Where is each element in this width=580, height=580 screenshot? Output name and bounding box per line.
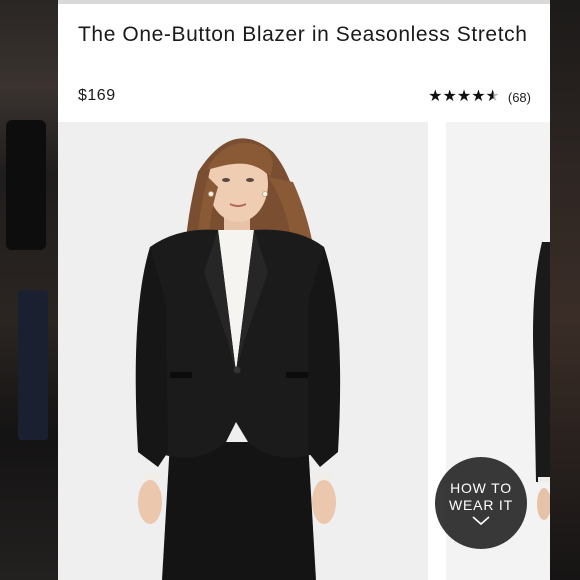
- product-image-main[interactable]: [58, 122, 428, 580]
- how-to-wear-it-button[interactable]: HOW TO WEAR IT: [435, 457, 527, 549]
- background-shape: [18, 290, 48, 440]
- model-illustration: [135, 138, 341, 580]
- background-blur-left: [0, 0, 58, 580]
- product-price: $169: [78, 87, 116, 104]
- wear-button-line2: WEAR IT: [449, 497, 513, 513]
- product-title: The One-Button Blazer in Seasonless Stre…: [78, 23, 528, 46]
- star-rating: ★ ★ ★ ★ ★: [428, 89, 500, 105]
- star-icon: ★: [471, 88, 486, 105]
- half-star-icon: ★: [485, 88, 500, 105]
- product-page: The One-Button Blazer in Seasonless Stre…: [58, 0, 550, 580]
- wear-button-line1: HOW TO: [450, 480, 512, 496]
- star-icon: ★: [456, 88, 472, 105]
- review-count[interactable]: (68): [508, 90, 531, 105]
- top-edge: [58, 0, 550, 4]
- background-blur-right: [550, 0, 580, 580]
- chevron-down-icon: [472, 516, 490, 526]
- background-shape: [6, 120, 46, 250]
- star-icon: ★: [428, 88, 443, 105]
- star-icon: ★: [442, 88, 457, 105]
- product-rating[interactable]: ★ ★ ★ ★ ★ (68): [428, 89, 531, 105]
